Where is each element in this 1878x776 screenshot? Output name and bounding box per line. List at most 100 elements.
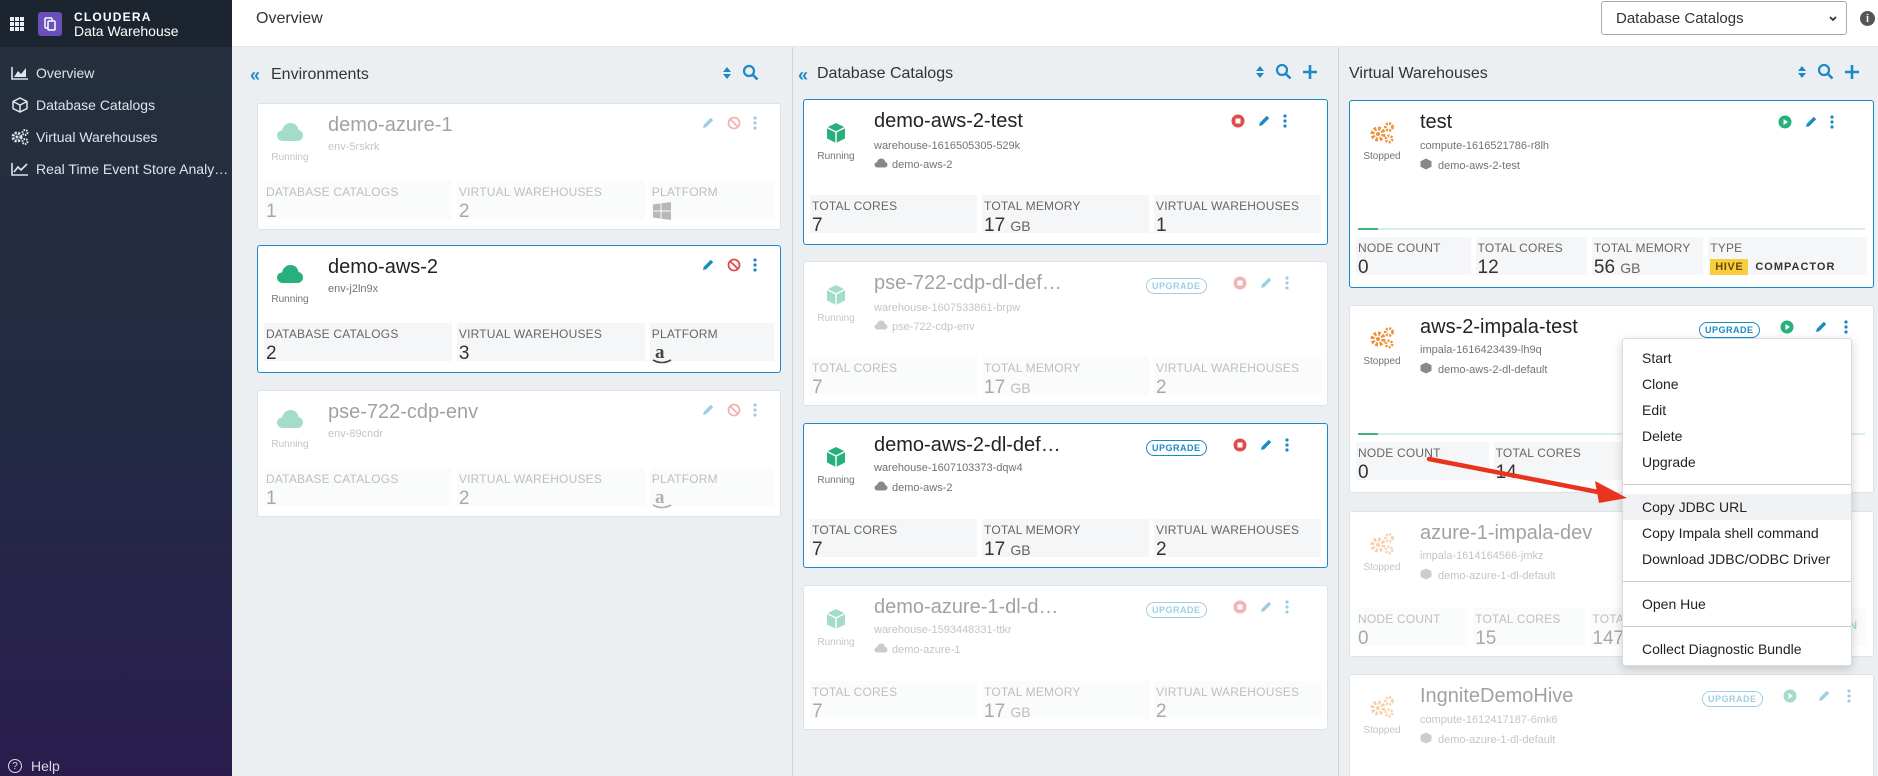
catalog-link[interactable]: demo-aws-2-dl-default [1438,364,1547,376]
sidebar-item-real-time-event-store[interactable]: Real Time Event Store Analy… [0,153,232,185]
warehouse-card[interactable]: Stopped IngniteDemoHive compute-16124171… [1349,674,1874,776]
menu-item-delete[interactable]: Delete [1623,423,1851,449]
stop-icon[interactable] [1233,438,1247,457]
catalog-link[interactable]: demo-azure-1-dl-default [1438,734,1555,746]
more-vertical-icon[interactable] [1284,438,1289,457]
catalog-name[interactable]: demo-aws-2-test [874,110,1023,133]
stat-value: 7 [812,377,823,398]
view-select[interactable]: Database Catalogs [1601,1,1847,35]
edit-icon[interactable] [1804,115,1818,134]
warehouse-card[interactable]: Stopped test compute-1616521786-r8lh dem… [1349,100,1874,288]
upgrade-badge[interactable]: UPGRADE [1699,321,1760,338]
memory-value: 147 [1592,628,1625,649]
catalog-card[interactable]: Running demo-aws-2-dl-def… warehouse-160… [803,423,1328,568]
stop-icon[interactable] [1233,600,1247,619]
info-icon[interactable]: i [1860,11,1875,26]
more-vertical-icon[interactable] [753,258,757,277]
environment-card[interactable]: Running demo-aws-2 env-j2ln9x DATABASE C… [257,245,781,373]
catalog-link[interactable]: demo-azure-1-dl-default [1438,570,1555,582]
search-icon[interactable] [742,64,759,86]
catalog-stats: TOTAL CORES 7 TOTAL MEMORY 17 GB VIRTUAL W… [810,519,1321,560]
catalog-name[interactable]: demo-aws-2-dl-def… [874,434,1061,457]
menu-item-clone[interactable]: Clone [1623,371,1851,397]
environment-link[interactable]: demo-aws-2 [892,159,953,171]
sidebar-item-database-catalogs[interactable]: Database Catalogs [0,89,232,121]
environment-name[interactable]: demo-aws-2 [328,256,438,279]
upgrade-badge[interactable]: UPGRADE [1146,277,1207,294]
search-icon[interactable] [1817,63,1834,85]
catalog-link[interactable]: demo-aws-2-test [1438,160,1520,172]
environment-name[interactable]: pse-722-cdp-env [328,401,478,424]
sort-icon[interactable] [722,65,732,86]
edit-icon[interactable] [1259,438,1273,457]
search-icon[interactable] [1275,63,1292,85]
edit-icon[interactable] [701,403,715,422]
more-vertical-icon[interactable] [1283,114,1287,133]
menu-item-open-hue[interactable]: Open Hue [1623,591,1851,617]
start-icon[interactable] [1780,320,1794,339]
more-vertical-icon[interactable] [1843,320,1848,339]
add-icon[interactable] [1844,64,1860,85]
collapse-left-icon[interactable]: « [798,65,808,86]
edit-icon[interactable] [1259,276,1273,295]
environment-link[interactable]: demo-azure-1 [892,644,960,656]
environment-link[interactable]: pse-722-cdp-env [892,321,975,333]
memory-unit: GB [1620,260,1641,276]
apps-grid-icon[interactable] [10,16,24,31]
warehouse-name[interactable]: test [1420,111,1452,134]
status-label: Running [817,637,855,648]
sort-icon[interactable] [1255,64,1265,85]
warehouse-name[interactable]: azure-1-impala-dev [1420,522,1592,545]
sidebar-item-virtual-warehouses[interactable]: Virtual Warehouses [0,121,232,153]
environment-card[interactable]: Running pse-722-cdp-env env-89cndr DATAB… [257,390,781,517]
menu-item-download-driver[interactable]: Download JDBC/ODBC Driver [1623,546,1851,572]
upgrade-badge[interactable]: UPGRADE [1702,690,1763,707]
environment-card[interactable]: Running demo-azure-1 env-5rskrk DATABASE… [257,103,781,230]
help-link[interactable]: ? Help [8,756,60,776]
sort-icon[interactable] [1797,64,1807,85]
more-vertical-icon[interactable] [1830,115,1834,134]
menu-item-edit[interactable]: Edit [1623,397,1851,423]
edit-icon[interactable] [701,116,715,135]
more-vertical-icon[interactable] [1846,689,1851,708]
start-icon[interactable] [1778,115,1792,134]
stat-node-count: NODE COUNT 0 [1356,237,1471,278]
stop-icon[interactable] [1231,114,1245,133]
warehouse-name[interactable]: aws-2-impala-test [1420,316,1578,339]
more-vertical-icon[interactable] [1284,276,1289,295]
catalog-name[interactable]: pse-722-cdp-dl-def… [874,272,1062,295]
catalog-card[interactable]: Running demo-azure-1-dl-d… warehouse-159… [803,585,1328,730]
menu-item-copy-impala-shell[interactable]: Copy Impala shell command [1623,520,1851,546]
environment-link[interactable]: demo-aws-2 [892,482,953,494]
collapse-left-icon[interactable]: « [250,65,260,86]
catalog-card[interactable]: Running demo-aws-2-test warehouse-161650… [803,99,1328,245]
upgrade-badge[interactable]: UPGRADE [1146,601,1207,618]
more-vertical-icon[interactable] [1284,600,1289,619]
edit-icon[interactable] [1257,114,1271,133]
stat-label: VIRTUAL WAREHOUSES [458,185,603,199]
edit-icon[interactable] [1814,320,1828,339]
edit-icon[interactable] [1259,600,1273,619]
disable-icon[interactable] [727,258,741,277]
menu-item-copy-jdbc-url[interactable]: Copy JDBC URL [1623,494,1851,520]
environment-name[interactable]: demo-azure-1 [328,114,453,137]
edit-icon[interactable] [701,258,715,277]
start-icon[interactable] [1783,689,1797,708]
menu-item-start[interactable]: Start [1623,345,1851,371]
disable-icon[interactable] [727,403,741,422]
warehouse-name[interactable]: IngniteDemoHive [1420,685,1573,708]
menu-item-upgrade[interactable]: Upgrade [1623,449,1851,475]
upgrade-badge[interactable]: UPGRADE [1146,439,1207,456]
disable-icon[interactable] [727,116,741,135]
stop-icon[interactable] [1233,276,1247,295]
menu-item-collect-diagnostic-bundle[interactable]: Collect Diagnostic Bundle [1623,636,1851,662]
catalog-name[interactable]: demo-azure-1-dl-d… [874,596,1059,619]
stat-label: DATABASE CATALOGS [266,472,399,486]
more-vertical-icon[interactable] [753,403,757,422]
add-icon[interactable] [1302,64,1318,85]
edit-icon[interactable] [1817,689,1831,708]
stat-virtual-warehouses: VIRTUAL WAREHOUSES 2 [456,468,645,509]
sidebar-item-overview[interactable]: Overview [0,57,232,89]
more-vertical-icon[interactable] [753,116,757,135]
catalog-card[interactable]: Running pse-722-cdp-dl-def… warehouse-16… [803,261,1328,406]
